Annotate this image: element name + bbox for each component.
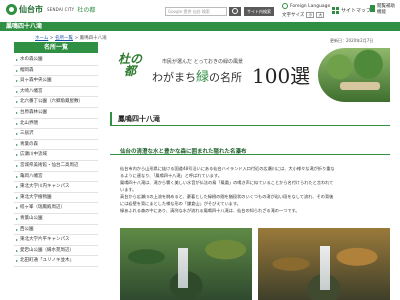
- banner-number: 100選: [252, 64, 311, 88]
- section-heading: 鳳鳴四十八滝: [110, 112, 390, 126]
- sidebar-item[interactable]: 亀岡八幡宮: [14, 172, 98, 183]
- city-emblem-icon: [6, 4, 17, 15]
- breadcrumb-home-link[interactable]: ホーム: [35, 36, 48, 41]
- breadcrumb-list-link[interactable]: 名所一覧: [55, 36, 73, 41]
- breadcrumb: ホーム > 名所一覧 > 鳳鳴四十八滝: [35, 35, 107, 41]
- page-title-bar: 鳳鳴四十八滝: [0, 22, 400, 31]
- text-size-label: 文字サイズ: [282, 13, 305, 18]
- globe-icon: [282, 3, 288, 9]
- banner-title-green: 緑: [196, 70, 210, 85]
- banner-photo: [318, 48, 390, 102]
- accessibility-label: 閲覧補助 機能: [377, 4, 395, 15]
- site-search-button[interactable]: サイト内検索: [244, 7, 274, 16]
- breadcrumb-separator: >: [73, 36, 80, 41]
- search-input[interactable]: Google 提供 仙台 検索: [165, 7, 227, 16]
- city-name: 仙台市: [19, 5, 43, 14]
- sidebar-item[interactable]: 青葉山公園: [14, 214, 98, 225]
- description-line: 鳳鳴四十八滝は、滝から響く美しい水音が仏法の鳥「鳳凰」の鳴き声に似ていることから…: [120, 180, 334, 185]
- description-line: います。: [120, 187, 137, 192]
- sidebar-title: 名所一覧: [14, 42, 98, 53]
- sidebar-item[interactable]: 宮城県美術館・仙台二高周辺: [14, 161, 98, 172]
- banner-title-part1: わがまち: [152, 71, 196, 84]
- sidebar-item[interactable]: 貝ヶ森中央公園: [14, 76, 98, 87]
- description-line: には岩壁を背にまとした様な形の「鎌倉山」がそびえています。: [120, 201, 241, 206]
- sidebar-item[interactable]: 北山界隈: [14, 119, 98, 130]
- sidebar-item[interactable]: 西公園: [14, 225, 98, 236]
- city-tag: 杜の都: [77, 7, 96, 14]
- banner-subtitle: 市民が選んだ とっておきの緑の風景: [162, 59, 244, 65]
- foreign-language-label: Foreign Language: [290, 3, 331, 9]
- description-line: 緑あふれる森の中にあり、清冽な水が流れる鳳鳴四十八滝は、仙台の知られざる滝の一つ…: [120, 208, 300, 213]
- sidebar-item[interactable]: 北六番丁公園（六郷角蔵屋敷）: [14, 97, 98, 108]
- sidebar-item[interactable]: 北田町通「ユリノキ並木」: [14, 256, 98, 267]
- text-size-small-button[interactable]: 小: [306, 12, 315, 18]
- sitemap-grid-icon: [332, 7, 339, 14]
- text-size-control: 文字サイズ 小 大: [282, 12, 325, 18]
- sidebar-item[interactable]: 青葉の森: [14, 140, 98, 151]
- section-heading-text: 鳳鳴四十八滝: [118, 115, 160, 123]
- sidebar-item[interactable]: 水の森公園: [14, 55, 98, 66]
- subheading-text: 仙台の清澄な水と豊かな森に囲まれた隠れた名瀑布: [120, 149, 247, 155]
- sitemap-label: サイトマップ: [341, 8, 372, 14]
- banner-title-part2: の名所: [209, 71, 243, 84]
- campaign-banner: 杜の都 市民が選んだ とっておきの緑の風景 わがまち緑の名所 100選: [110, 44, 390, 104]
- site-logo[interactable]: 仙台市 SENDAI CITY 杜の都: [6, 4, 95, 15]
- sidebar-item[interactable]: 広瀬川中流域: [14, 150, 98, 161]
- sidebar-item[interactable]: 台原森林公園: [14, 108, 98, 119]
- foreign-language-link[interactable]: Foreign Language: [282, 3, 330, 9]
- sidebar-item[interactable]: 愛宕山公園（縁水苑周辺）: [14, 246, 98, 257]
- page-title: 鳳鳴四十八滝: [6, 23, 43, 30]
- sitemap-link[interactable]: サイトマップ: [332, 7, 371, 14]
- description-text: 仙台市内から山形県に抜ける国道48号沿いにある仙台ハイランド入口付近の広瀬川には…: [120, 165, 390, 214]
- site-header: 仙台市 SENDAI CITY 杜の都 Google 提供 仙台 検索 サイト内…: [0, 0, 400, 22]
- sidebar-item[interactable]: 三居沢: [14, 129, 98, 140]
- subheading: 仙台の清澄な水と豊かな森に囲まれた隠れた名瀑布: [110, 147, 390, 155]
- city-sub: SENDAI CITY: [47, 7, 75, 12]
- sidebar-list: 水の森公園 榴岡森 貝ヶ森中央公園 大崎八幡宮 北六番丁公園（六郷角蔵屋敷） 台…: [14, 55, 98, 267]
- sidebar-item[interactable]: 東北大学川内キャンパス: [14, 182, 98, 193]
- text-size-large-button[interactable]: 大: [316, 12, 325, 18]
- waterfall-photo-autumn: [258, 228, 390, 300]
- accessibility-icon: [370, 5, 375, 12]
- description-line: 高台から広瀬川の上流を眺めると、豪著とした緑樹の間を猶段状のいくつもの滝が岩い段…: [120, 194, 334, 199]
- breadcrumb-current: 鳳鳴四十八滝: [79, 36, 107, 41]
- description-line: 仙台市内から山形県に抜ける国道48号沿いにある仙台ハイランド入口付近の広瀬川には…: [120, 166, 335, 171]
- sidebar-item[interactable]: 大崎八幡宮: [14, 87, 98, 98]
- sidebar-item[interactable]: 榴岡森: [14, 66, 98, 77]
- accessibility-link[interactable]: 閲覧補助 機能: [370, 4, 395, 16]
- description-line: るように連なり、「鳳鳴四十八滝」と呼ばれています。: [120, 173, 222, 178]
- sidebar-item[interactable]: 経ヶ峯（瑞鳳殿周辺）: [14, 203, 98, 214]
- banner-logo-mark: 杜の都: [117, 52, 142, 78]
- banner-title: わがまち緑の名所: [152, 66, 242, 85]
- sidebar-item[interactable]: 東北大学植物園: [14, 193, 98, 204]
- sidebar-item[interactable]: 東北大学片平キャンパス: [14, 235, 98, 246]
- waterfall-photo-summer: [120, 228, 252, 300]
- search-icon[interactable]: [229, 7, 241, 16]
